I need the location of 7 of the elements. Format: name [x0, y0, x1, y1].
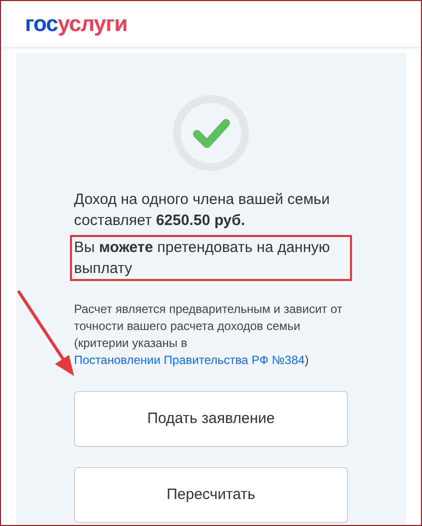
income-text: Доход на одного члена вашей семьи составляет 6250.50 руб. — [74, 190, 331, 231]
action-button[interactable]: Пересчитать — [74, 467, 348, 523]
logo[interactable]: госуслуги — [25, 13, 128, 35]
note-text: Расчет является предварительным и зависит от точности вашего расчета доходов семьи (критерии указаны в Постановлении Правительства РФ №384) — [74, 301, 344, 369]
eligibility-text: Вы можете претендовать на данную выплату — [70, 235, 352, 281]
regulation-link[interactable]: Постановлении Правительства РФ №384 — [74, 353, 305, 367]
action-button[interactable]: Подать заявление — [74, 391, 348, 447]
